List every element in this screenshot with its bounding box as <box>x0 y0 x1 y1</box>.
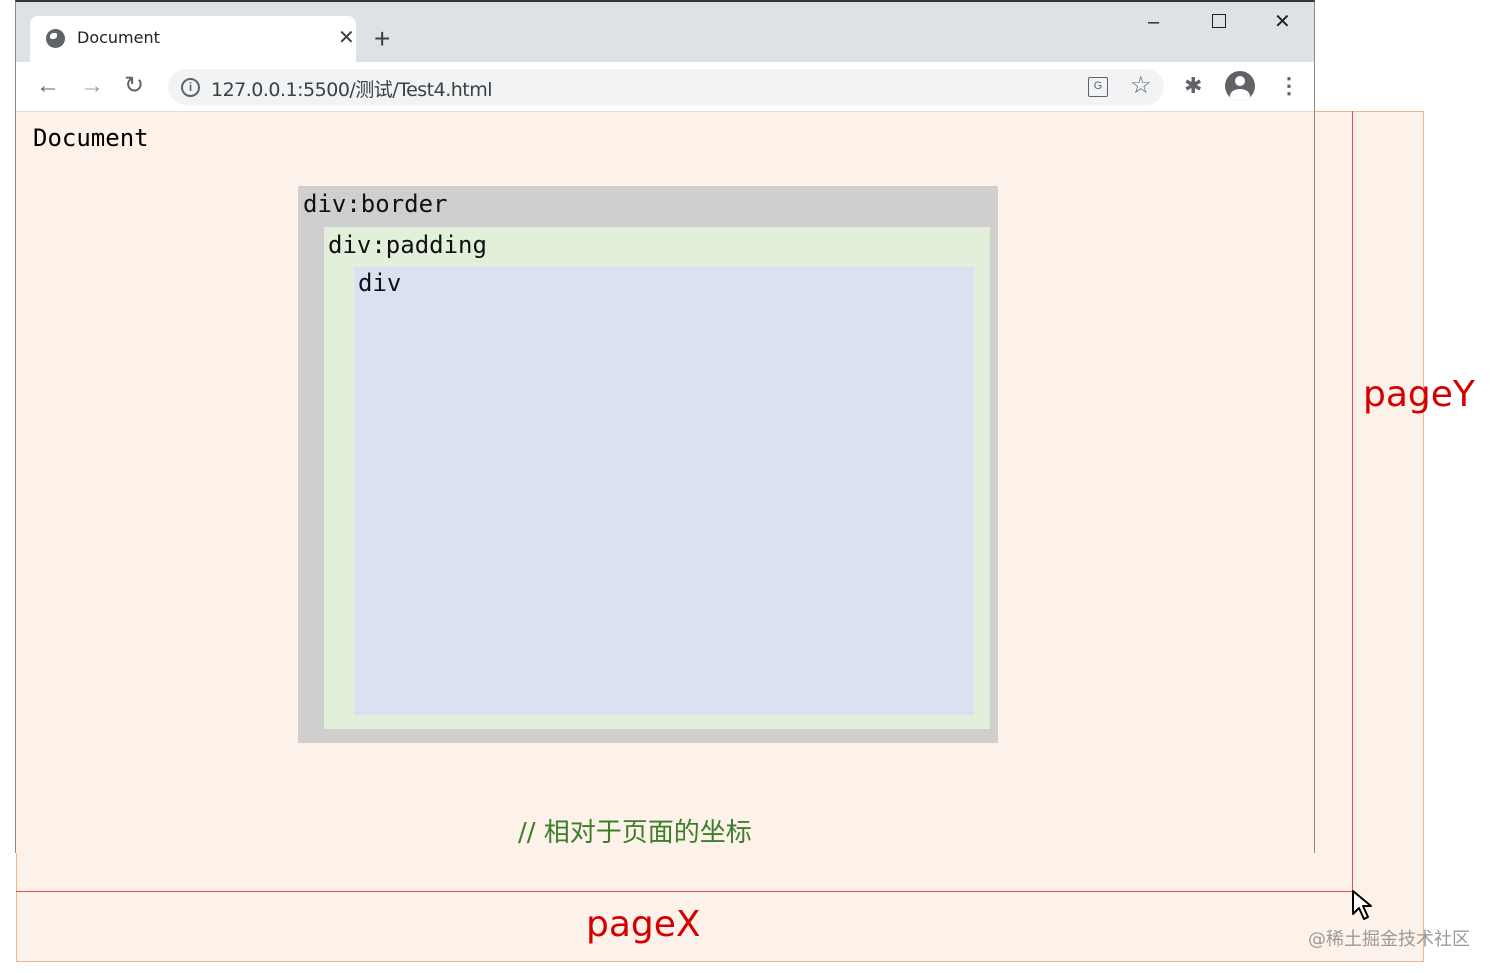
toolbar: ← → ↻ i 127.0.0.1:5500/测试/Test4.html G ☆… <box>16 62 1314 112</box>
pagey-label: pageY <box>1363 374 1475 415</box>
pagex-label: pageX <box>586 904 701 945</box>
tab-document[interactable]: Document ✕ <box>30 16 356 62</box>
translate-icon[interactable]: G <box>1088 77 1108 97</box>
padding-label: div:padding <box>328 231 487 259</box>
pagex-guide-line <box>16 891 1353 892</box>
reload-icon[interactable]: ↻ <box>124 72 144 100</box>
address-bar[interactable]: i 127.0.0.1:5500/测试/Test4.html G ☆ <box>168 69 1164 105</box>
extensions-icon[interactable]: ✱ <box>1184 73 1202 99</box>
tab-title: Document <box>77 28 160 47</box>
forward-icon[interactable]: → <box>80 72 104 100</box>
div-padding-box: div:padding div <box>324 227 990 729</box>
page-viewport: Document div:border div:padding div // 相… <box>16 112 1314 853</box>
title-bar: Document ✕ + – ✕ <box>16 2 1314 62</box>
cursor-icon <box>1352 890 1372 920</box>
div-border-box: div:border div:padding div <box>298 186 998 743</box>
globe-icon <box>46 29 65 48</box>
back-icon[interactable]: ← <box>36 72 60 100</box>
content-label: div <box>358 269 402 297</box>
minimize-icon[interactable]: – <box>1148 10 1159 34</box>
url-text[interactable]: 127.0.0.1:5500/测试/Test4.html <box>211 75 493 102</box>
profile-icon[interactable] <box>1225 71 1255 101</box>
border-label: div:border <box>303 190 448 218</box>
close-tab-icon[interactable]: ✕ <box>338 26 355 50</box>
window-close-icon[interactable]: ✕ <box>1274 10 1291 34</box>
menu-icon[interactable]: ⋮ <box>1278 72 1300 100</box>
browser-window: Document ✕ + – ✕ ← → ↻ i 127.0.0.1:5500/… <box>15 0 1315 853</box>
pagey-guide-line <box>1352 111 1353 892</box>
document-label: Document <box>33 124 149 152</box>
new-tab-icon[interactable]: + <box>374 22 390 56</box>
star-icon[interactable]: ☆ <box>1130 72 1152 100</box>
maximize-icon[interactable] <box>1212 14 1226 28</box>
info-icon[interactable]: i <box>181 78 200 97</box>
div-content-box: div <box>354 267 974 715</box>
comment-text: // 相对于页面的坐标 <box>518 818 752 848</box>
watermark-text: @稀土掘金技术社区 <box>1308 929 1470 950</box>
